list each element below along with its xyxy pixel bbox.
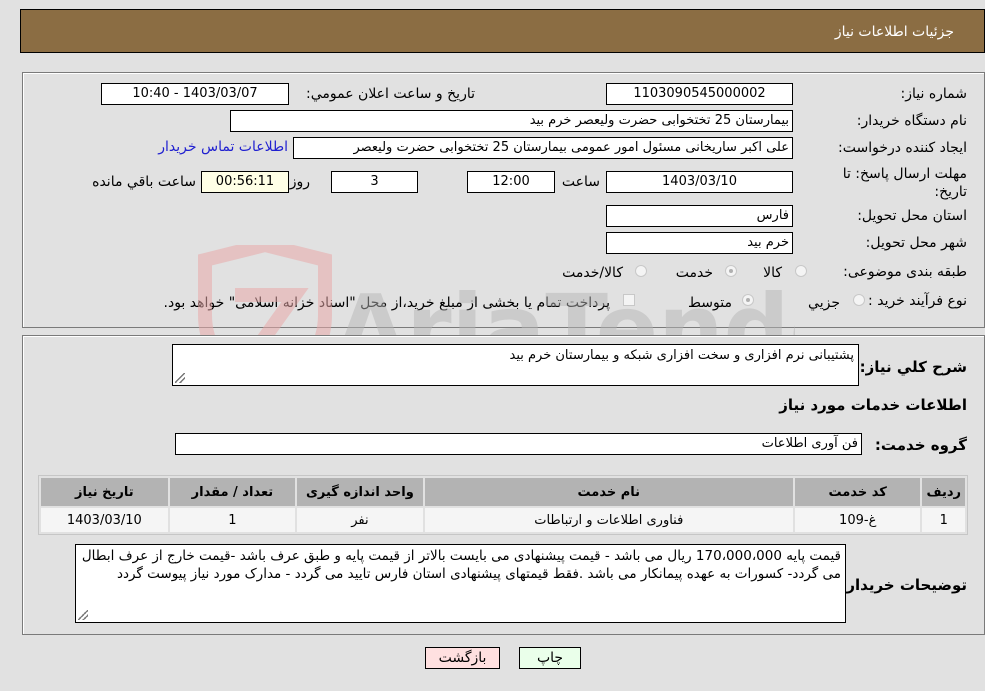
deadline-time-field[interactable]: 12:00 <box>467 171 555 193</box>
province-field[interactable]: فارس <box>606 205 793 227</box>
category-label: طبقه بندی موضوعی: <box>843 264 967 280</box>
buyer-notes-text: قیمت پایه 170،000،000 ریال می باشد - قیم… <box>81 548 841 582</box>
remaining-label: ساعت باقي مانده <box>92 174 196 190</box>
resize-grip-icon[interactable] <box>78 610 88 620</box>
cell-quantity: 1 <box>169 508 296 532</box>
deadline-label: مهلت ارسال پاسخ: تا تاريخ: <box>842 166 967 200</box>
remaining-time-field[interactable]: 00:56:11 <box>201 171 289 193</box>
cell-row-num: 1 <box>922 508 965 532</box>
cell-service-code: غ-109 <box>794 508 921 532</box>
purchase-type-label: نوع فرآيند خريد : <box>868 293 967 309</box>
city-label: شهر محل تحويل: <box>865 235 967 251</box>
buyer-contact-link[interactable]: اطلاعات تماس خريدار <box>158 139 288 155</box>
col-header-service-name: نام خدمت <box>424 478 793 506</box>
table-row: 1 غ-109 فناوری اطلاعات و ارتباطات نفر 1 … <box>41 508 965 532</box>
province-label: استان محل تحويل: <box>857 208 967 224</box>
category-option-goods: کالا <box>763 265 782 281</box>
col-header-need-date: تاريخ نياز <box>41 478 168 506</box>
buyer-notes-label: توضيحات خريدار: <box>840 576 967 594</box>
creator-field[interactable]: علی اکبر ساریخانی مسئول امور عمومی بیمار… <box>293 137 793 159</box>
summary-textarea[interactable]: پشتیبانی نرم افزاری و سخت افزاری شبکه و … <box>172 344 859 386</box>
announce-datetime-field[interactable]: 1403/03/07 - 10:40 <box>101 83 289 105</box>
treasury-payment-checkbox[interactable] <box>623 294 635 306</box>
category-radio-goods[interactable] <box>795 265 807 277</box>
col-header-quantity: تعداد / مقدار <box>169 478 296 506</box>
service-group-field[interactable]: فن آوری اطلاعات <box>175 433 862 455</box>
summary-label: شرح کلي نياز: <box>859 358 967 376</box>
col-header-service-code: کد خدمت <box>794 478 921 506</box>
need-number-label: شماره نياز: <box>900 86 968 102</box>
deadline-time-label: ساعت <box>561 174 600 190</box>
need-number-field[interactable]: 1103090545000002 <box>606 83 793 105</box>
city-field[interactable]: خرم بید <box>606 232 793 254</box>
category-option-service: خدمت <box>675 265 713 281</box>
deadline-date-field[interactable]: 1403/03/10 <box>606 171 793 193</box>
buyer-org-label: نام دستگاه خريدار: <box>856 113 967 129</box>
page-title: جزئيات اطلاعات نياز <box>834 24 954 40</box>
purchase-option-medium: متوسط <box>688 295 732 311</box>
category-radio-goods-service[interactable] <box>635 265 647 277</box>
col-header-unit: واحد اندازه گيری <box>297 478 423 506</box>
buyer-notes-textarea[interactable]: قیمت پایه 170،000،000 ریال می باشد - قیم… <box>75 544 846 623</box>
services-section-title: اطلاعات خدمات مورد نياز <box>779 396 967 414</box>
treasury-payment-note: پرداخت تمام يا بخشی از مبلغ خريد،از محل … <box>163 295 610 311</box>
services-table: رديف کد خدمت نام خدمت واحد اندازه گيری ت… <box>38 475 968 535</box>
col-header-row-num: رديف <box>922 478 965 506</box>
days-field[interactable]: 3 <box>331 171 418 193</box>
resize-grip-icon[interactable] <box>175 373 185 383</box>
cell-unit: نفر <box>297 508 423 532</box>
buyer-org-field[interactable]: بیمارستان 25 تختخوابی حضرت ولیعصر خرم بی… <box>230 110 793 132</box>
purchase-radio-minor[interactable] <box>853 294 865 306</box>
purchase-radio-medium[interactable] <box>742 294 754 306</box>
table-header-row: رديف کد خدمت نام خدمت واحد اندازه گيری ت… <box>41 478 965 506</box>
announce-label: تاريخ و ساعت اعلان عمومي: <box>306 86 475 102</box>
summary-text: پشتیبانی نرم افزاری و سخت افزاری شبکه و … <box>509 348 855 363</box>
back-button[interactable]: بازگشت <box>425 647 500 669</box>
purchase-option-minor: جزيي <box>808 295 840 311</box>
page-header: جزئيات اطلاعات نياز <box>20 9 985 53</box>
service-group-label: گروه خدمت: <box>874 436 967 454</box>
category-option-goods-service: کالا/خدمت <box>562 265 623 281</box>
cell-need-date: 1403/03/10 <box>41 508 168 532</box>
cell-service-name: فناوری اطلاعات و ارتباطات <box>424 508 793 532</box>
print-button[interactable]: چاپ <box>519 647 581 669</box>
creator-label: ايجاد کننده درخواست: <box>838 140 967 156</box>
category-radio-service[interactable] <box>725 265 737 277</box>
